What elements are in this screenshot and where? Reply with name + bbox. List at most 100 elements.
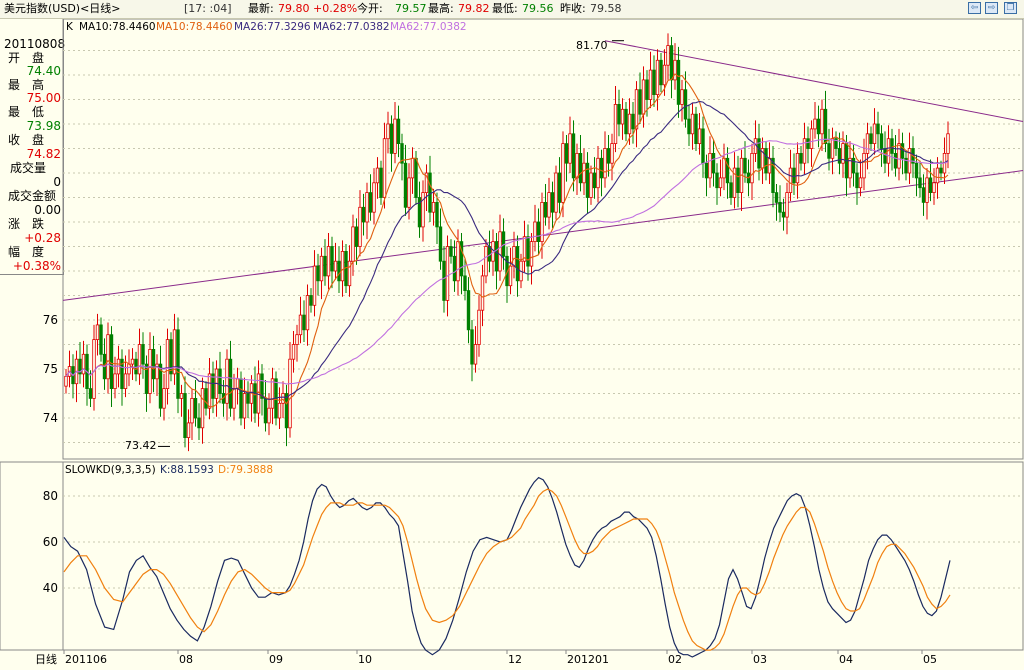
candle-body [792,167,796,184]
candle-body [305,295,310,331]
candle-body [697,128,702,145]
candle-body [883,148,887,164]
kd-k-value: K:88.1593 [160,464,214,476]
restore-window-icon[interactable]: ❐ [1004,2,1017,14]
candle-body [722,157,726,179]
low-annotation: 73.42 [125,439,157,452]
candle-body [379,167,383,198]
candle-body [512,246,516,267]
candle-body [316,265,320,282]
candle-body [498,231,502,272]
candle-body [533,221,537,243]
candle-body [638,89,642,115]
high-label: 最高: [428,2,454,15]
candle-body [624,108,628,135]
candle-body [589,172,593,198]
candle-body [701,128,705,164]
candle-body [774,192,779,203]
candle-body [473,344,478,365]
latest-label: 最新: [248,2,274,15]
candle-body [64,375,68,387]
candle-body [582,162,586,184]
candle-body [449,246,453,257]
candle-body [879,133,884,149]
candle-body [179,393,184,399]
kd-d-line [63,488,951,651]
price-tick-label: 74 [43,411,58,425]
candle-body [197,417,201,429]
candle-body [690,113,695,135]
candle-body [806,138,810,149]
candle-body [687,118,691,135]
candle-body [225,358,229,404]
quote-header: 美元指数(USD)<日线> [17: :04] 最新: 79.80 +0.28%… [0,0,1024,19]
scroll-left-icon[interactable]: ⇦ [968,2,981,14]
candle-body [123,373,128,389]
candle-body [655,59,660,95]
candle-body [529,241,534,267]
candle-body [326,246,331,277]
candle-body [393,118,397,154]
candle-body [809,128,814,149]
candle-body [571,133,576,179]
candle-body [407,177,411,208]
kd-k-line [63,476,951,658]
candle-body [270,378,275,409]
candle-body [438,226,443,262]
candle-body [547,192,551,218]
kd-title: SLOWKD(9,3,3,5) [65,464,156,476]
candle-body [876,123,880,135]
candle-body [865,133,870,154]
candle-body [403,162,408,208]
candle-body [634,89,639,130]
candle-body [333,260,338,272]
candle-body [743,157,747,174]
legend-ma10: MA10:78.4460 [79,21,156,33]
candle-body [683,89,688,120]
candle-body [218,368,222,394]
candle-body [312,265,317,306]
candle-body [820,108,824,135]
candle-body [599,157,604,179]
candle-body [267,407,271,424]
candle-body [932,182,936,194]
candle-body [925,177,929,203]
candle-body [550,192,555,213]
candle-body [935,167,940,184]
y-axis-labels: 74 75 76 40 60 80 [43,313,58,595]
candle-body [494,241,499,272]
candle-body [858,177,863,189]
scroll-right-icon[interactable]: ⇨ [985,2,998,14]
candle-body [813,118,817,130]
candle-body [295,334,299,345]
candle-body [767,157,772,174]
candle-body [557,172,562,203]
candle-body [431,201,436,213]
candle-body [99,324,103,355]
candle-body [662,64,667,86]
legend-k: K [66,21,74,33]
low-label: 最低: [492,2,518,15]
candle-body [456,241,460,282]
candle-body [676,59,681,105]
prev-close-label: 昨收: [560,2,586,15]
candle-body [298,314,303,336]
candle-body [851,157,856,174]
candle-body [536,221,541,243]
candle-body [631,113,635,130]
candle-body [606,148,611,164]
candle-body [428,172,432,213]
candle-body [704,162,709,179]
candle-body [130,358,135,365]
price-chart[interactable]: 74 75 76 40 60 80 201106 08 09 10 12 201201 02 03 04 0… [0,19,1024,670]
latest-change: +0.28% [313,2,358,15]
candle-body [764,148,768,174]
candle-body [564,143,569,164]
candle-body [715,172,719,189]
candle-body [193,397,198,419]
x-tick-label: 12 [508,653,522,666]
candle-body [837,148,842,164]
candle-body [669,45,674,81]
x-tick-label: 05 [923,653,937,666]
candle-body [515,246,520,282]
